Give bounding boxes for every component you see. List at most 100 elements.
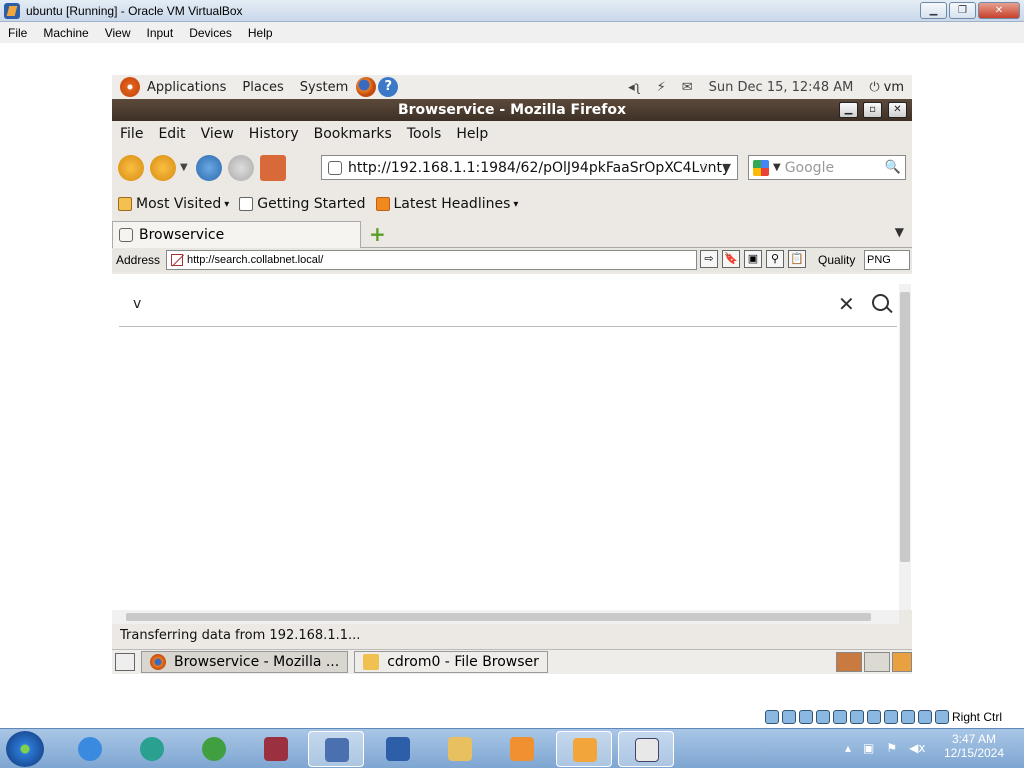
browservice-address-text[interactable]: http://search.collabnet.local/ xyxy=(187,254,323,266)
workspace-1-icon[interactable] xyxy=(836,652,862,672)
ff-menu-history[interactable]: History xyxy=(249,126,299,142)
taskbar-item-firefox[interactable]: Browservice - Mozilla ... xyxy=(141,651,349,673)
horizontal-scroll-thumb[interactable] xyxy=(126,613,871,621)
vt-icon[interactable] xyxy=(901,710,915,724)
history-dropdown-icon[interactable]: ▼ xyxy=(180,155,190,181)
insecure-icon xyxy=(171,254,183,266)
mail-icon[interactable]: ✉ xyxy=(682,80,693,95)
bookmark-star-icon[interactable]: ☆ xyxy=(698,160,711,176)
system-menu[interactable]: System xyxy=(300,80,348,95)
search-icon[interactable]: 🔍 xyxy=(885,160,901,175)
places-menu[interactable]: Places xyxy=(242,80,283,95)
recording-icon[interactable] xyxy=(884,710,898,724)
ff-menu-view[interactable]: View xyxy=(201,126,234,142)
shared-folder-icon[interactable] xyxy=(850,710,864,724)
datetime[interactable]: Sun Dec 15, 12:48 AM xyxy=(709,80,854,95)
usb-icon[interactable] xyxy=(833,710,847,724)
close-button[interactable]: ✕ xyxy=(978,2,1020,19)
tab-browservice[interactable]: Browservice xyxy=(112,221,361,248)
home-button[interactable] xyxy=(260,155,286,181)
audio-icon[interactable] xyxy=(799,710,813,724)
taskbar-remote[interactable] xyxy=(308,731,364,767)
horizontal-scrollbar[interactable] xyxy=(112,610,899,624)
ff-minimize-button[interactable]: ▁ xyxy=(839,102,858,118)
bookmark-most-visited[interactable]: Most Visited ▾ xyxy=(118,196,229,212)
host-menu-help[interactable]: Help xyxy=(248,26,273,40)
search-query-text[interactable]: v xyxy=(133,296,141,312)
taskbar-media[interactable] xyxy=(124,731,180,767)
host-menu-machine[interactable]: Machine xyxy=(43,26,88,40)
vertical-scrollbar[interactable] xyxy=(899,284,911,610)
volume-muted-icon[interactable]: ◀x xyxy=(909,741,925,755)
ff-menu-help[interactable]: Help xyxy=(456,126,488,142)
page-search-icon[interactable] xyxy=(872,294,889,311)
vertical-scroll-thumb[interactable] xyxy=(900,292,910,562)
new-tab-icon[interactable]: + xyxy=(369,224,387,244)
bookmark-latest-headlines[interactable]: Latest Headlines ▾ xyxy=(375,196,518,212)
taskbar-window[interactable] xyxy=(618,731,674,767)
volume-icon[interactable]: ◂ʅ xyxy=(628,80,641,95)
host-menu-file[interactable]: File xyxy=(8,26,27,40)
reload-button[interactable] xyxy=(196,155,222,181)
power-icon[interactable]: ⏻ xyxy=(869,80,879,95)
url-dropdown-icon[interactable]: ▼ xyxy=(723,161,731,174)
clear-search-icon[interactable]: ✕ xyxy=(838,292,855,316)
workspace-2-icon[interactable] xyxy=(864,652,890,672)
taskbar-explorer[interactable] xyxy=(432,731,488,767)
display-icon[interactable] xyxy=(867,710,881,724)
search-input[interactable]: Google xyxy=(785,160,834,176)
quality-select[interactable]: PNG xyxy=(864,250,910,270)
applications-menu[interactable]: Applications xyxy=(147,80,226,95)
browservice-address-field[interactable]: http://search.collabnet.local/ xyxy=(166,250,697,270)
ff-menu-file[interactable]: File xyxy=(120,126,143,142)
mouse-integration-icon[interactable] xyxy=(918,710,932,724)
host-menu-input[interactable]: Input xyxy=(147,26,174,40)
forward-button[interactable] xyxy=(150,155,176,181)
taskbar-winrar[interactable] xyxy=(248,731,304,767)
network-icon[interactable]: ⚡ xyxy=(657,80,666,95)
bookmark-icon[interactable]: 🔖 xyxy=(722,250,740,268)
help-icon[interactable]: ? xyxy=(378,77,399,97)
host-menu-devices[interactable]: Devices xyxy=(189,26,232,40)
start-button[interactable] xyxy=(6,731,44,767)
show-hidden-icons-icon[interactable]: ▴ xyxy=(845,741,851,755)
disk-icon[interactable] xyxy=(765,710,779,724)
maximize-button[interactable]: ❐ xyxy=(949,2,976,19)
ff-close-button[interactable]: ✕ xyxy=(888,102,907,118)
taskbar-virtualbox[interactable] xyxy=(370,731,426,767)
ff-menu-edit[interactable]: Edit xyxy=(158,126,185,142)
search-engine-dropdown-icon[interactable]: ▼ xyxy=(773,162,781,173)
trash-icon[interactable] xyxy=(892,652,912,672)
search-bar[interactable]: ▼ Google 🔍 xyxy=(748,155,906,180)
network-adapter-icon[interactable] xyxy=(816,710,830,724)
url-bar[interactable]: http://192.168.1.1:1984/62/pOlJ94pkFaaSr… xyxy=(321,155,738,180)
network-icon[interactable]: ▣ xyxy=(863,741,874,755)
optical-drive-icon[interactable] xyxy=(782,710,796,724)
ff-menu-bookmarks[interactable]: Bookmarks xyxy=(314,126,392,142)
taskbar-player[interactable] xyxy=(494,731,550,767)
url-text[interactable]: http://192.168.1.1:1984/62/pOlJ94pkFaaSr… xyxy=(348,160,730,176)
stop-button[interactable] xyxy=(228,155,254,181)
minimize-button[interactable]: ▁ xyxy=(920,2,947,19)
find-icon[interactable]: ⚲ xyxy=(766,250,784,268)
taskbar-download[interactable] xyxy=(186,731,242,767)
taskbar-vbox-vm[interactable] xyxy=(556,731,612,767)
taskbar-ie[interactable] xyxy=(62,731,118,767)
taskbar-item-file-browser[interactable]: cdrom0 - File Browser xyxy=(354,651,548,673)
save-page-icon[interactable]: ▣ xyxy=(744,250,762,268)
bookmark-getting-started[interactable]: Getting Started xyxy=(239,196,366,212)
user-name[interactable]: vm xyxy=(884,80,904,95)
go-arrow-icon[interactable]: ⇨ xyxy=(700,250,718,268)
action-center-icon[interactable]: ⚑ xyxy=(886,741,897,755)
show-desktop-icon[interactable] xyxy=(115,653,135,671)
clock[interactable]: 3:47 AM 12/15/2024 xyxy=(942,732,1006,760)
ff-maximize-button[interactable]: ▫ xyxy=(863,102,882,118)
back-button[interactable] xyxy=(118,155,144,181)
tab-list-dropdown-icon[interactable]: ▼ xyxy=(895,225,904,239)
ff-menu-tools[interactable]: Tools xyxy=(407,126,442,142)
google-engine-icon[interactable] xyxy=(753,159,769,176)
keyboard-icon[interactable] xyxy=(935,710,949,724)
firefox-launcher-icon[interactable] xyxy=(356,77,377,97)
clipboard-icon[interactable]: 📋 xyxy=(788,250,806,268)
host-menu-view[interactable]: View xyxy=(105,26,131,40)
